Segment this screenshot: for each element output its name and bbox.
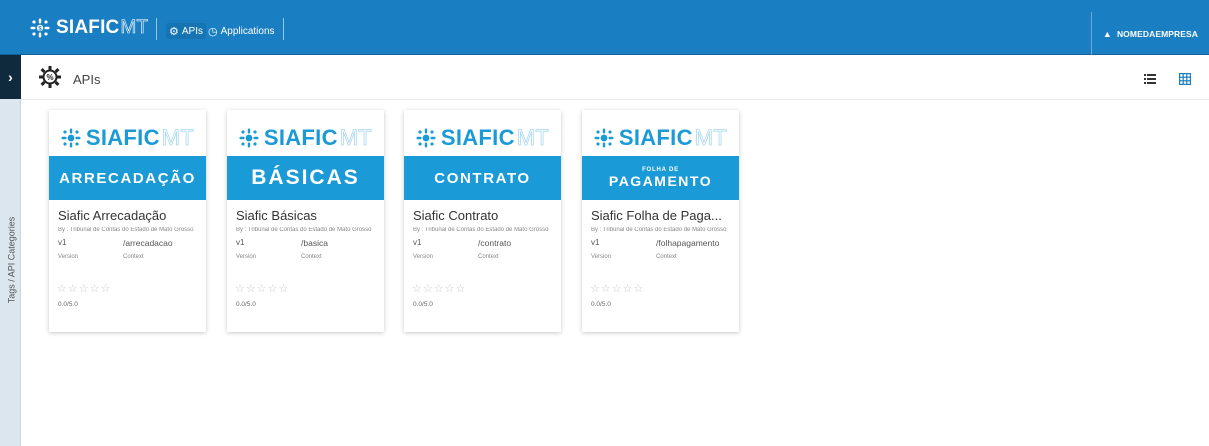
page-header: % APIs — [21, 55, 1209, 100]
nav-divider — [156, 18, 157, 40]
card-banner: ARRECADAÇÃO — [49, 156, 206, 200]
api-context: /folhapagamento — [656, 238, 720, 248]
categories-sidebar: › Tags / API Categories — [0, 55, 21, 446]
version-label: Version — [413, 254, 434, 260]
api-card-folha-pagamento[interactable]: SIAFICMT FOLHA DE PAGAMENTO Siafic Folha… — [582, 110, 739, 332]
api-version: v1 — [58, 238, 67, 247]
api-context: /arrecadacao — [123, 238, 173, 248]
api-provider: By : Tribunal de Contas do Estado de Mat… — [413, 227, 549, 233]
card-brand: SIAFICMT — [440, 125, 550, 151]
card-siafic-logo: SIAFICMT — [227, 120, 384, 156]
list-view-icon[interactable] — [1144, 74, 1156, 84]
user-icon: ▲ — [1102, 28, 1112, 39]
nav-apis-label: APIs — [181, 25, 203, 37]
card-siafic-logo: SIAFICMT — [49, 120, 206, 156]
api-name[interactable]: Siafic Folha de Paga... — [591, 208, 739, 223]
api-provider: By : Tribunal de Contas do Estado de Mat… — [58, 227, 194, 233]
api-gear-icon: % — [39, 66, 61, 88]
siafic-mark-icon — [594, 128, 614, 148]
card-siafic-logo: SIAFICMT — [582, 120, 739, 156]
api-context: /basica — [301, 238, 328, 248]
card-siafic-logo: SIAFICMT — [404, 120, 561, 156]
card-banner: FOLHA DE PAGAMENTO — [582, 156, 739, 200]
siafic-mark-icon — [416, 128, 436, 148]
api-name[interactable]: Siafic Básicas — [236, 208, 384, 223]
star-rating[interactable]: ☆☆☆☆☆ — [235, 282, 289, 295]
nav-divider — [283, 18, 284, 40]
card-brand: SIAFICMT — [263, 125, 373, 151]
sidebar-title[interactable]: Tags / API Categories — [3, 205, 19, 315]
nav-applications-button[interactable]: ◷ Applications — [208, 23, 275, 39]
sidebar-toggle-button[interactable]: › — [0, 55, 21, 99]
version-label: Version — [58, 254, 79, 260]
api-card-basicas[interactable]: SIAFICMT BÁSICAS Siafic Básicas By : Tri… — [227, 110, 384, 332]
page-title: APIs — [73, 72, 101, 87]
card-banner: BÁSICAS — [227, 156, 384, 200]
brand-name: SIAFICMT — [56, 17, 149, 39]
nav-applications-label: Applications — [220, 25, 275, 37]
star-rating[interactable]: ☆☆☆☆☆ — [412, 282, 466, 295]
user-name: NOMEDAEMPRESA — [1116, 28, 1199, 39]
svg-text:%: % — [46, 73, 53, 82]
rating-value: 0.0/5.0 — [413, 301, 433, 308]
nav-apis-button[interactable]: ⚙ APIs — [166, 23, 206, 39]
api-provider: By : Tribunal de Contas do Estado de Mat… — [236, 227, 372, 233]
rating-value: 0.0/5.0 — [236, 301, 256, 308]
api-card-arrecadacao[interactable]: SIAFICMT ARRECADAÇÃO Siafic Arrecadação … — [49, 110, 206, 332]
context-label: Context — [123, 254, 144, 260]
context-label: Context — [301, 254, 322, 260]
rating-value: 0.0/5.0 — [58, 301, 78, 308]
context-label: Context — [478, 254, 499, 260]
top-navbar: $ SIAFICMT ⚙ APIs ◷ Applications ▲ NOMED… — [0, 0, 1209, 55]
api-version: v1 — [236, 238, 245, 247]
card-brand: SIAFICMT — [85, 125, 195, 151]
card-banner: CONTRATO — [404, 156, 561, 200]
chevron-right-icon: › — [8, 69, 13, 85]
api-name[interactable]: Siafic Arrecadação — [58, 208, 206, 223]
siafic-logo[interactable]: $ SIAFICMT — [30, 14, 148, 42]
api-card-contrato[interactable]: SIAFICMT CONTRATO Siafic Contrato By : T… — [404, 110, 561, 332]
siafic-mark-icon — [61, 128, 81, 148]
card-brand: SIAFICMT — [618, 125, 728, 151]
gauge-icon: ◷ — [208, 25, 218, 38]
version-label: Version — [236, 254, 257, 260]
context-label: Context — [656, 254, 677, 260]
api-version: v1 — [413, 238, 422, 247]
gear-icon: ⚙ — [169, 25, 179, 38]
api-context: /contrato — [478, 238, 512, 248]
version-label: Version — [591, 254, 612, 260]
api-provider: By : Tribunal de Contas do Estado de Mat… — [591, 227, 727, 233]
grid-view-icon[interactable] — [1179, 73, 1191, 85]
star-rating[interactable]: ☆☆☆☆☆ — [57, 282, 111, 295]
siafic-mark-icon: $ — [30, 18, 50, 38]
api-version: v1 — [591, 238, 600, 247]
rating-value: 0.0/5.0 — [591, 301, 611, 308]
star-rating[interactable]: ☆☆☆☆☆ — [590, 282, 644, 295]
siafic-mark-icon — [239, 128, 259, 148]
api-name[interactable]: Siafic Contrato — [413, 208, 561, 223]
user-menu-button[interactable]: ▲ NOMEDAEMPRESA — [1091, 12, 1209, 55]
